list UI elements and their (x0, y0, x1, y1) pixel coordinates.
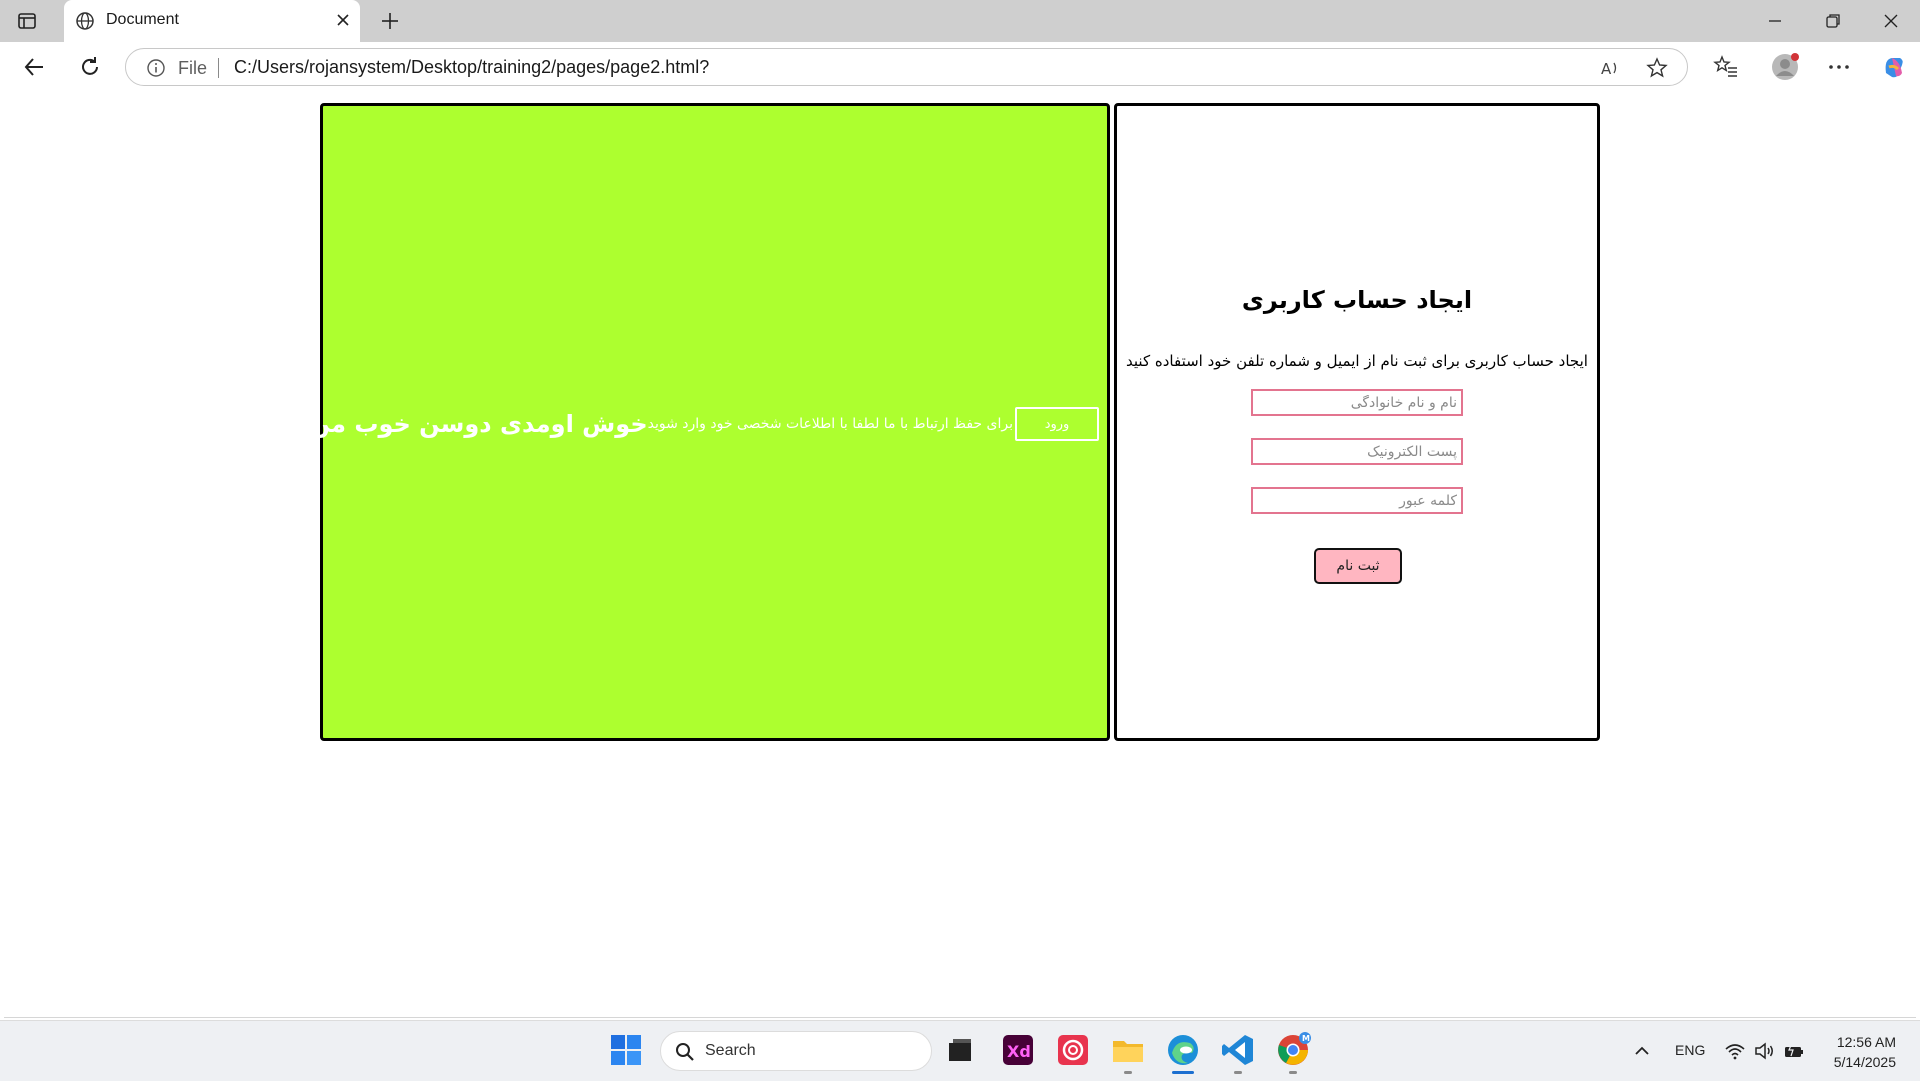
url-text[interactable]: C:/Users/rojansystem/Desktop/training2/p… (234, 57, 709, 78)
back-arrow-icon[interactable] (21, 54, 47, 80)
search-icon (676, 1043, 694, 1061)
close-tab-icon[interactable] (334, 11, 352, 29)
welcome-text: برای حفظ ارتباط با ما لطفا با اطلاعات شخ… (647, 416, 1013, 432)
wifi-icon[interactable] (1724, 1041, 1746, 1061)
address-divider (218, 58, 219, 78)
more-options-icon[interactable] (1826, 54, 1852, 80)
svg-text:A: A (1601, 60, 1612, 78)
browser-title-bar: Document (0, 0, 1920, 42)
windows-start-icon[interactable] (607, 1031, 645, 1069)
tab-actions-icon[interactable] (16, 10, 38, 32)
signup-title: ایجاد حساب کاربری (1241, 286, 1473, 314)
name-field[interactable] (1251, 389, 1463, 416)
system-clock[interactable]: 12:56 AM 5/14/2025 (1834, 1032, 1896, 1072)
creative-cloud-icon[interactable] (1054, 1031, 1092, 1069)
favorites-list-icon[interactable] (1713, 54, 1739, 80)
email-field[interactable] (1251, 438, 1463, 465)
svg-text:Xd: Xd (1007, 1042, 1031, 1061)
read-aloud-icon[interactable]: A (1599, 57, 1621, 79)
reload-icon[interactable] (77, 54, 103, 80)
running-indicator (1234, 1071, 1242, 1074)
login-button[interactable]: ورود (1015, 407, 1099, 441)
search-placeholder: Search (705, 1042, 756, 1059)
active-app-indicator (1172, 1071, 1194, 1074)
adobe-xd-icon[interactable]: Xd (999, 1031, 1037, 1069)
welcome-title: خوش اومدی دوسن خوب من (309, 410, 648, 438)
close-window-icon[interactable] (1880, 10, 1902, 32)
chevron-up-icon[interactable] (1631, 1041, 1653, 1061)
address-bar[interactable]: File C:/Users/rojansystem/Desktop/traini… (125, 48, 1688, 86)
globe-icon (76, 12, 94, 30)
browser-tab[interactable]: Document (64, 0, 360, 42)
file-explorer-icon[interactable] (1109, 1031, 1147, 1069)
restore-icon[interactable] (1822, 10, 1844, 32)
clock-date: 5/14/2025 (1833, 1054, 1896, 1070)
running-indicator (1289, 1071, 1297, 1074)
file-viewer-icon[interactable] (941, 1031, 979, 1069)
browser-toolbar: File C:/Users/rojansystem/Desktop/traini… (0, 42, 1920, 92)
volume-icon[interactable] (1753, 1041, 1775, 1061)
language-indicator[interactable]: ENG (1675, 1042, 1705, 1058)
profile-avatar-icon[interactable] (1770, 52, 1800, 82)
edge-icon[interactable] (1164, 1031, 1202, 1069)
chrome-icon[interactable]: M (1274, 1031, 1312, 1069)
battery-charging-icon[interactable] (1783, 1041, 1805, 1061)
copilot-icon[interactable] (1880, 53, 1908, 81)
password-field[interactable] (1251, 487, 1463, 514)
taskbar-search[interactable]: Search (660, 1031, 932, 1071)
signup-submit-button[interactable]: ثبت نام (1314, 548, 1402, 584)
svg-text:M: M (1302, 1034, 1310, 1043)
running-indicator (1124, 1071, 1132, 1074)
welcome-panel: ورود برای حفظ ارتباط با ما لطفا با اطلاع… (310, 103, 1110, 741)
new-tab-icon[interactable] (378, 9, 402, 33)
info-icon[interactable] (146, 58, 166, 78)
signup-subtitle: ایجاد حساب کاربری برای ثبت نام از ایمیل … (1126, 352, 1588, 370)
tab-title: Document (106, 11, 179, 28)
page-viewport: ورود برای حفظ ارتباط با ما لطفا با اطلاع… (4, 92, 1916, 1018)
favorite-star-icon[interactable] (1646, 57, 1668, 79)
vscode-icon[interactable] (1219, 1031, 1257, 1069)
welcome-row: ورود برای حفظ ارتباط با ما لطفا با اطلاع… (310, 407, 1099, 441)
clock-time: 12:56 AM (1836, 1034, 1896, 1050)
windows-taskbar: Search Xd M ENG 12:56 AM 5/14/2025 (0, 1020, 1920, 1081)
signup-panel: ایجاد حساب کاربری ایجاد حساب کاربری برای… (1114, 103, 1600, 741)
file-scheme-label: File (178, 58, 208, 78)
minimize-icon[interactable] (1764, 10, 1786, 32)
